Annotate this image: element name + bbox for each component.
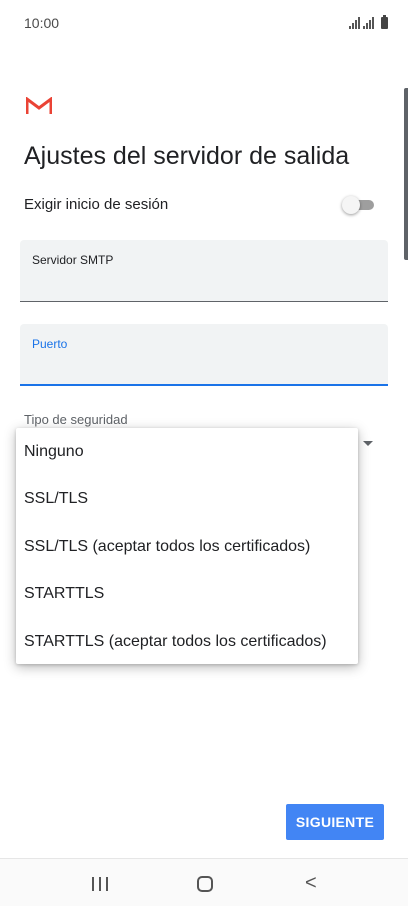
page-title: Ajustes del servidor de salida — [24, 142, 350, 170]
back-icon[interactable]: < — [305, 873, 317, 893]
navigation-bar: < — [0, 858, 408, 906]
menu-item-ninguno[interactable]: Ninguno — [16, 428, 358, 476]
signal-icon-2 — [363, 17, 374, 29]
status-icons — [349, 15, 388, 29]
port-field[interactable]: Puerto — [20, 324, 388, 386]
menu-item-ssl-tls[interactable]: SSL/TLS — [16, 476, 358, 524]
dropdown-arrow-icon[interactable] — [363, 441, 373, 446]
security-type-label: Tipo de seguridad — [24, 412, 128, 427]
status-time: 10:00 — [24, 15, 60, 31]
port-label: Puerto — [32, 337, 68, 351]
toggle-thumb — [342, 196, 360, 214]
home-icon[interactable] — [197, 876, 213, 892]
security-type-menu: Ninguno SSL/TLS SSL/TLS (aceptar todos l… — [16, 428, 358, 664]
smtp-server-input[interactable] — [32, 272, 372, 294]
battery-icon — [381, 15, 388, 29]
require-login-row[interactable]: Exigir inicio de sesión — [24, 193, 374, 217]
scrollbar[interactable] — [404, 88, 408, 260]
menu-item-starttls[interactable]: STARTTLS — [16, 571, 358, 619]
signal-icon — [349, 17, 360, 29]
gmail-logo-icon — [26, 97, 52, 114]
smtp-server-field[interactable]: Servidor SMTP — [20, 240, 388, 302]
require-login-toggle[interactable] — [342, 196, 374, 214]
smtp-server-label: Servidor SMTP — [32, 253, 114, 267]
menu-item-ssl-tls-all-certs[interactable]: SSL/TLS (aceptar todos los certificados) — [16, 523, 358, 571]
require-login-label: Exigir inicio de sesión — [24, 196, 169, 213]
port-input[interactable] — [32, 356, 372, 378]
menu-item-starttls-all-certs[interactable]: STARTTLS (aceptar todos los certificados… — [16, 618, 358, 666]
next-button[interactable]: SIGUIENTE — [286, 804, 384, 840]
recents-icon[interactable] — [92, 877, 108, 891]
status-bar: 10:00 — [0, 0, 408, 46]
